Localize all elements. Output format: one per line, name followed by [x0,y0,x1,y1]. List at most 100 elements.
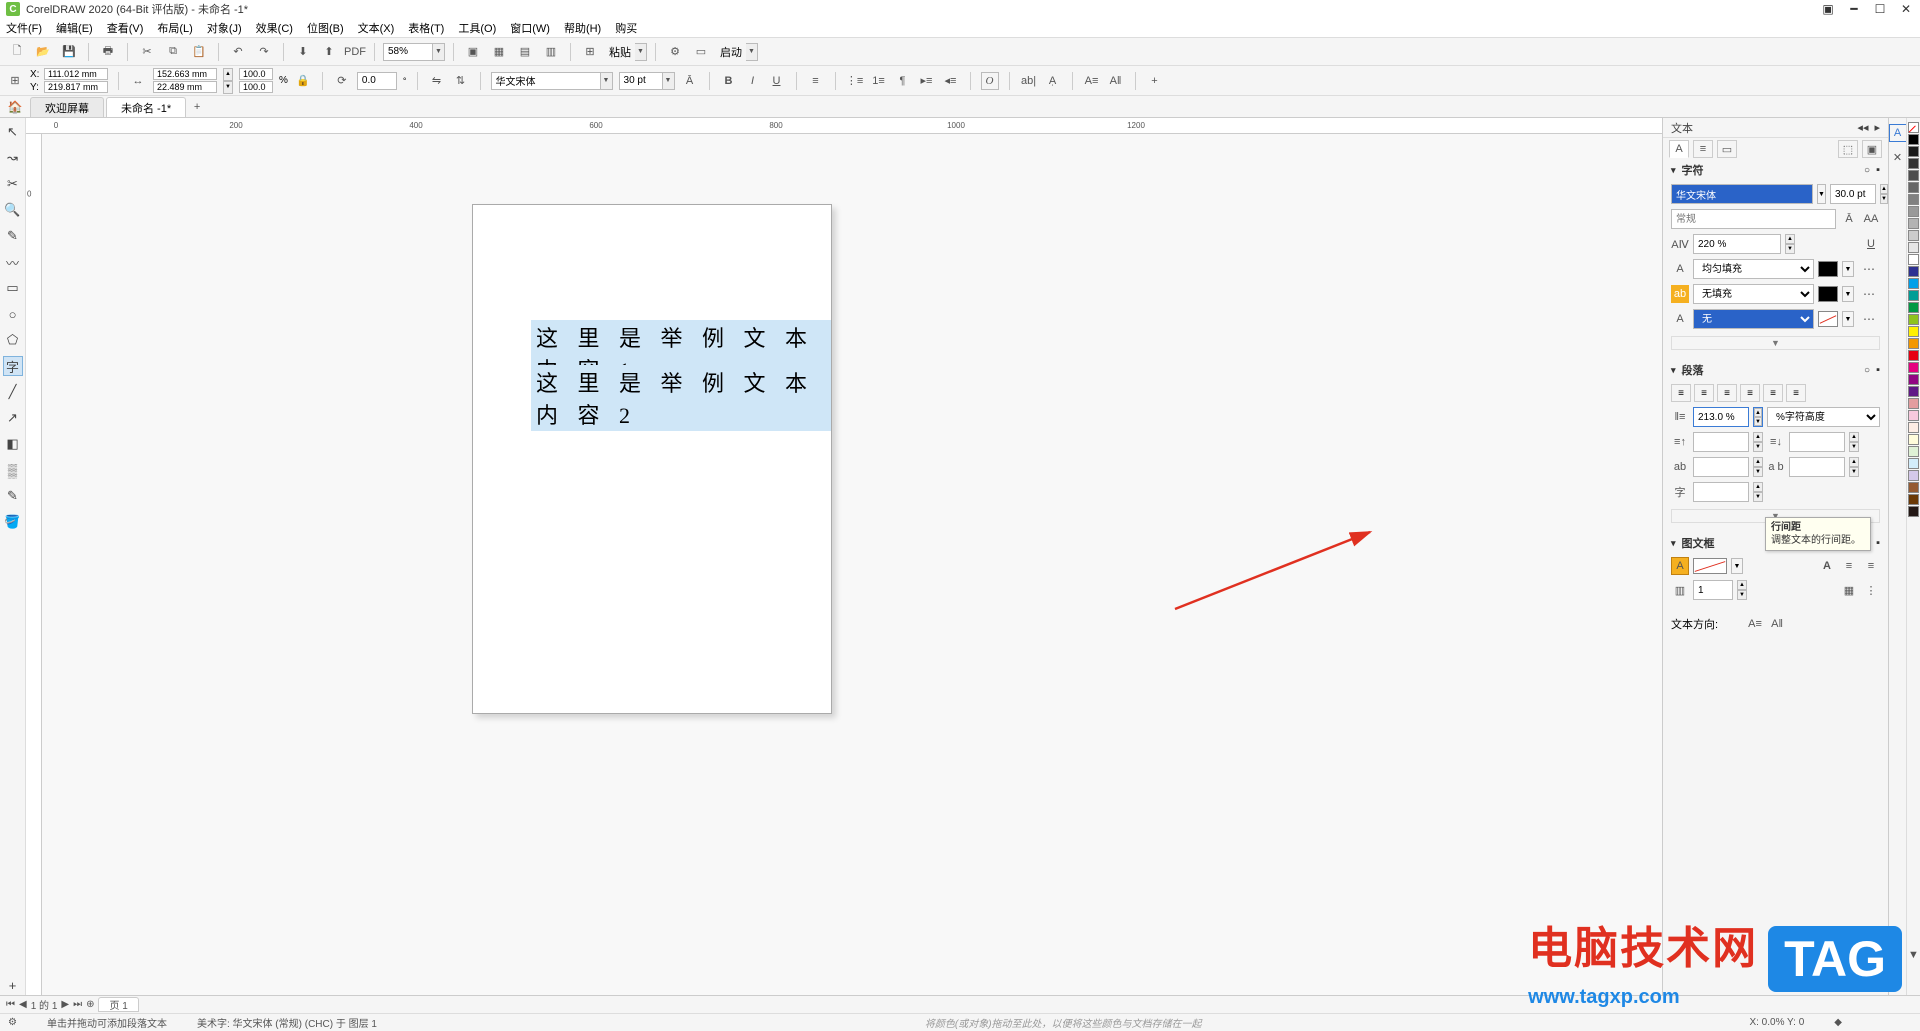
swatch[interactable] [1908,302,1919,313]
transparency-tool-icon[interactable]: ▒ [3,460,23,480]
docker-tab-para[interactable]: ≡ [1693,140,1713,158]
docker-tab-frame[interactable]: ▭ [1717,140,1737,158]
guides-icon[interactable]: ▥ [540,41,562,63]
frame-fill-swatch[interactable] [1693,558,1727,574]
maximize-icon[interactable]: ☐ [1872,2,1888,16]
swatch[interactable] [1908,458,1919,469]
menu-help[interactable]: 帮助(H) [564,20,601,36]
swatch[interactable] [1908,410,1919,421]
dir-v-icon[interactable]: A‖ [1768,615,1786,633]
zoom-input[interactable] [383,43,433,61]
menu-table[interactable]: 表格(T) [408,20,444,36]
text-interactive-icon[interactable]: Ạ [1044,72,1062,90]
swatch[interactable] [1908,254,1919,265]
grid-icon[interactable]: ▤ [514,41,536,63]
swatch[interactable] [1908,146,1919,157]
open-icon[interactable]: 📂 [32,41,54,63]
allcaps-icon[interactable]: AA [1862,210,1880,228]
swatch[interactable] [1908,158,1919,169]
text-options-icon[interactable]: ab| [1020,72,1038,90]
text-dir-h-icon[interactable]: A≡ [1083,72,1101,90]
font-family-input[interactable] [491,72,601,90]
frame-cols-icon[interactable]: ▦ [1840,581,1858,599]
zoom-drop-icon[interactable]: ▼ [433,43,445,61]
para-reset-icon[interactable]: ○ [1864,365,1870,376]
outline-more-icon[interactable]: ⋯ [1858,310,1880,328]
menu-bitmap[interactable]: 位图(B) [307,20,344,36]
columns-input[interactable] [1693,580,1733,600]
underline-icon[interactable]: U [768,72,786,90]
char-expand[interactable]: ▼ [1671,336,1880,350]
menu-layout[interactable]: 布局(L) [157,20,192,36]
swatch[interactable] [1908,374,1919,385]
docker-opt-icon[interactable]: ▣ [1862,140,1882,158]
bullet-icon[interactable]: ⋮≡ [846,72,864,90]
para-opt-icon[interactable]: ▪ [1876,364,1880,376]
size-drop-icon[interactable]: ▼ [663,72,675,90]
align-center-icon[interactable]: ≡ [1717,384,1737,402]
text-tool-icon[interactable]: 字 [3,356,23,376]
swatch[interactable] [1908,134,1919,145]
dropshadow-tool-icon[interactable]: ◧ [3,434,23,454]
line-unit-select[interactable]: %字符高度 [1767,407,1880,427]
dropcap-icon[interactable]: ¶ [894,72,912,90]
before-para-input[interactable] [1693,432,1749,452]
import-icon[interactable]: ⬇ [292,41,314,63]
docker-tab-char[interactable]: A [1669,140,1689,158]
rotate-input[interactable] [357,72,397,90]
width-input[interactable] [153,68,217,80]
prev-page-icon[interactable]: ◀ [19,999,27,1010]
scale-y-input[interactable] [239,81,273,93]
close-icon[interactable]: ✕ [1898,2,1914,16]
height-input[interactable] [153,81,217,93]
swatch[interactable] [1908,422,1919,433]
redo-icon[interactable]: ↷ [253,41,275,63]
mirror-v-icon[interactable]: ⇅ [452,72,470,90]
line-spacing-input[interactable] [1693,407,1749,427]
swatch[interactable] [1908,242,1919,253]
undo-icon[interactable]: ↶ [227,41,249,63]
bold-icon[interactable]: B [720,72,738,90]
launch-drop-icon[interactable]: ▼ [746,43,758,61]
palette-down-icon[interactable]: ▼ [1905,946,1920,964]
last-page-icon[interactable]: ⏭ [73,999,82,1010]
canvas[interactable]: 这 里 是 举 例 文 本 内 容 1 这 里 是 举 例 文 本 内 容 2 [42,134,1662,995]
font-drop-icon[interactable]: ▼ [601,72,613,90]
char-opt-icon[interactable]: ▪ [1876,164,1880,176]
export-icon[interactable]: ⬆ [318,41,340,63]
swatch[interactable] [1908,326,1919,337]
swatch[interactable] [1908,182,1919,193]
outline-swatch[interactable] [1818,311,1838,327]
docker-close-icon[interactable]: ▸ [1874,121,1880,134]
docker-collapse-icon[interactable]: ◂◂ [1857,121,1868,134]
frame-vert-top-icon[interactable]: A [1818,557,1836,575]
menu-edit[interactable]: 编辑(E) [56,20,93,36]
scale-x-input[interactable] [239,68,273,80]
docker-font-input[interactable] [1671,184,1813,204]
polygon-tool-icon[interactable]: ⬠ [3,330,23,350]
add-page-icon[interactable]: ⊕ [86,999,94,1010]
swatch[interactable] [1908,194,1919,205]
menu-text[interactable]: 文本(X) [358,20,395,36]
tab-document[interactable]: 未命名 -1* [106,97,186,117]
size-up-icon[interactable]: ▲ [223,68,233,81]
tool-expand-icon[interactable]: + [3,975,23,995]
frame-vert-mid-icon[interactable]: ≡ [1840,557,1858,575]
swatch[interactable] [1908,338,1919,349]
minimize-icon[interactable]: ━ [1846,2,1862,16]
line-spacing-up[interactable]: ▲ [1754,408,1762,417]
after-para-input[interactable] [1789,432,1845,452]
script-icon[interactable]: Ā [1840,210,1858,228]
menu-buy[interactable]: 购买 [615,20,637,36]
indent-inc-icon[interactable]: ▸≡ [918,72,936,90]
text-dir-v-icon[interactable]: A‖ [1107,72,1125,90]
swatch[interactable] [1908,506,1919,517]
new-icon[interactable]: 🗋 [6,41,28,63]
lock-ratio-icon[interactable]: 🔒 [294,72,312,90]
docker-style-input[interactable] [1671,209,1836,229]
add-tab-icon[interactable]: + [188,97,206,117]
swatch[interactable] [1908,386,1919,397]
docker-size-input[interactable] [1830,184,1876,204]
shape-tool-icon[interactable]: ↝ [3,148,23,168]
page-tab[interactable]: 页 1 [98,997,138,1012]
